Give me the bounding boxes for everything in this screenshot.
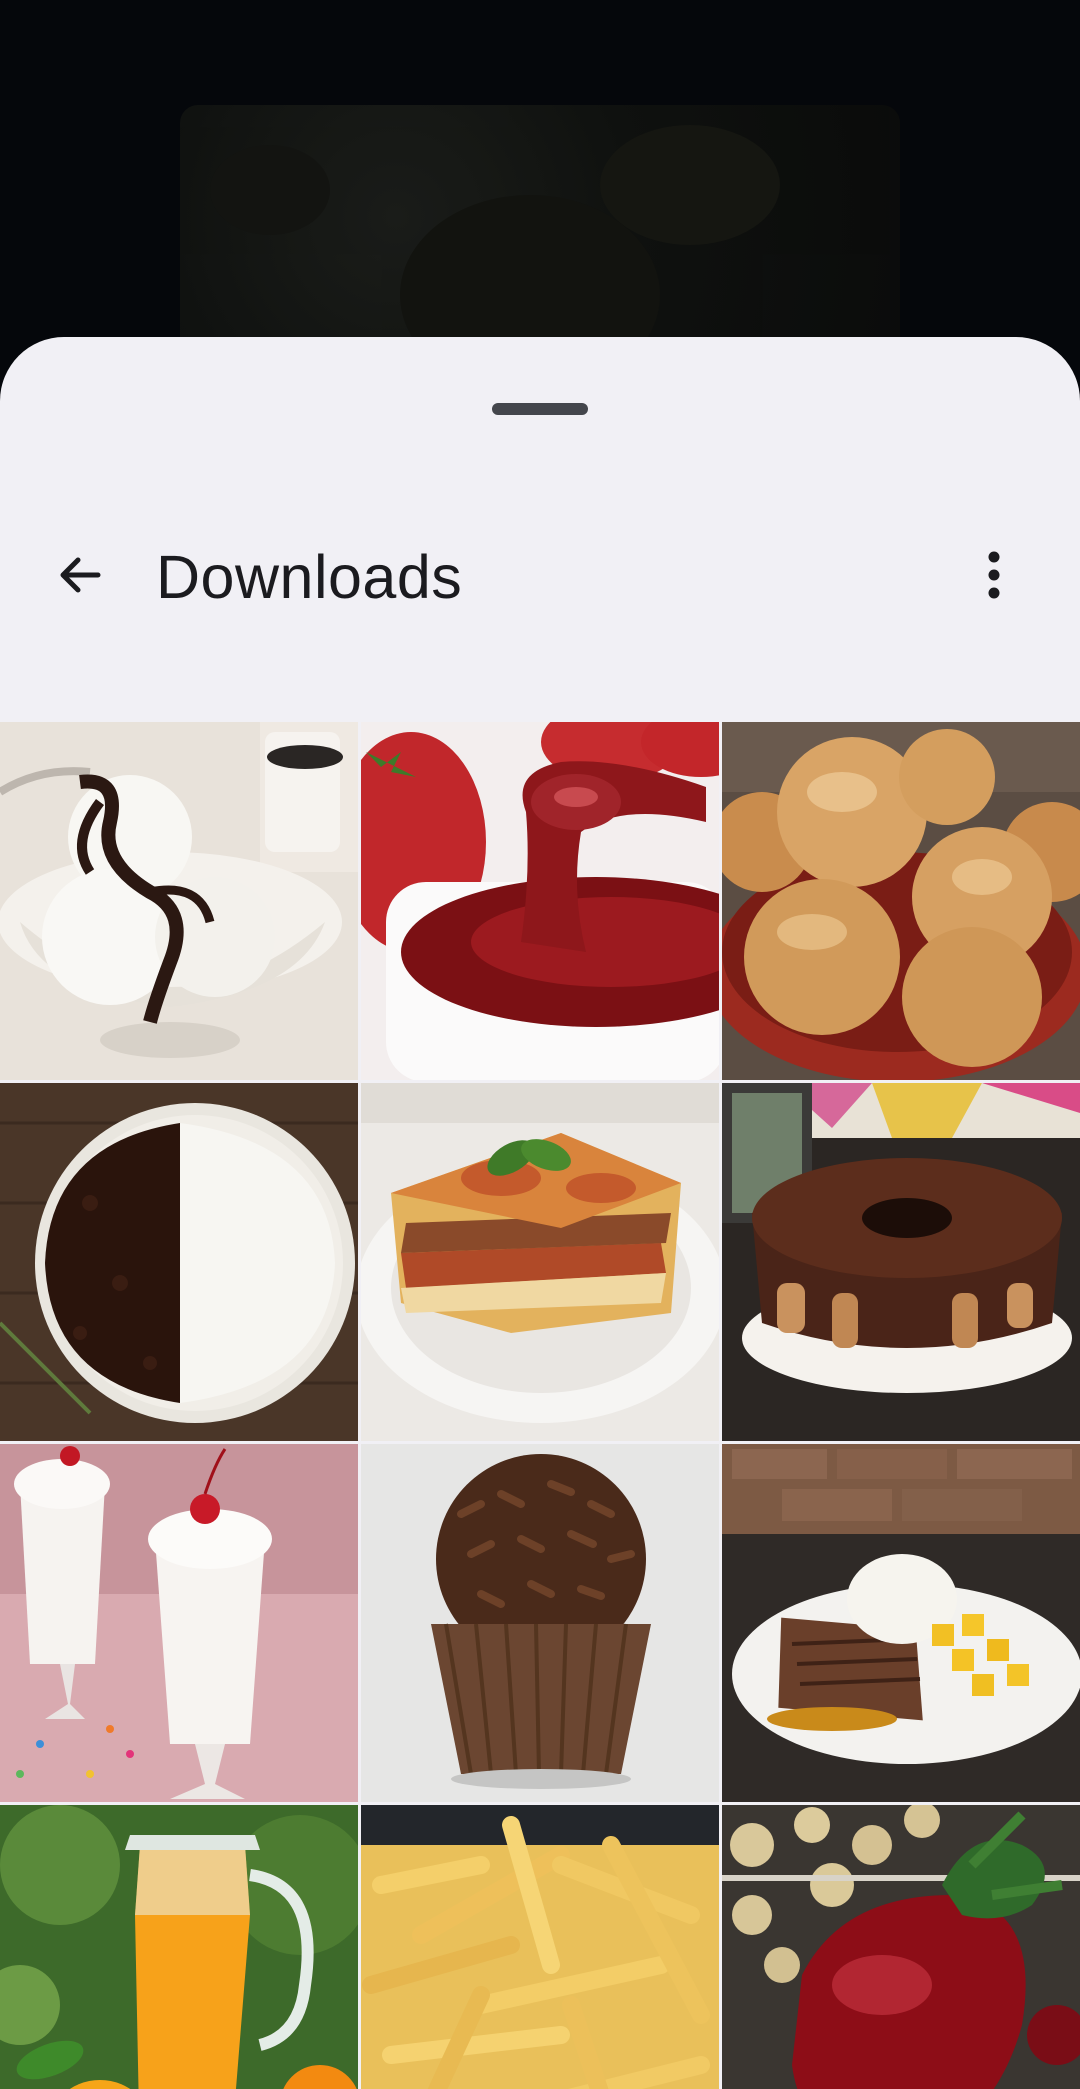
- more-vert-icon: [984, 549, 1004, 606]
- sheet-header: Downloads: [0, 517, 1080, 637]
- more-options-button[interactable]: [952, 535, 1036, 619]
- image-thumbnail[interactable]: [361, 1083, 719, 1441]
- image-thumbnail[interactable]: [361, 722, 719, 1080]
- image-grid: [0, 722, 1080, 2089]
- image-thumbnail[interactable]: [0, 1444, 358, 1802]
- page-title: Downloads: [156, 543, 463, 611]
- image-thumbnail[interactable]: [0, 1805, 358, 2089]
- arrow-left-icon: [54, 549, 106, 606]
- image-thumbnail[interactable]: [722, 1444, 1080, 1802]
- image-thumbnail[interactable]: [0, 722, 358, 1080]
- image-thumbnail[interactable]: [722, 1083, 1080, 1441]
- screen: Downloads: [0, 0, 1080, 2089]
- image-thumbnail[interactable]: [361, 1805, 719, 2089]
- image-thumbnail[interactable]: [361, 1444, 719, 1802]
- image-thumbnail[interactable]: [0, 1083, 358, 1441]
- bottom-sheet: Downloads: [0, 337, 1080, 2089]
- image-thumbnail[interactable]: [722, 722, 1080, 1080]
- image-thumbnail[interactable]: [722, 1805, 1080, 2089]
- drag-handle[interactable]: [492, 403, 588, 415]
- back-button[interactable]: [38, 535, 122, 619]
